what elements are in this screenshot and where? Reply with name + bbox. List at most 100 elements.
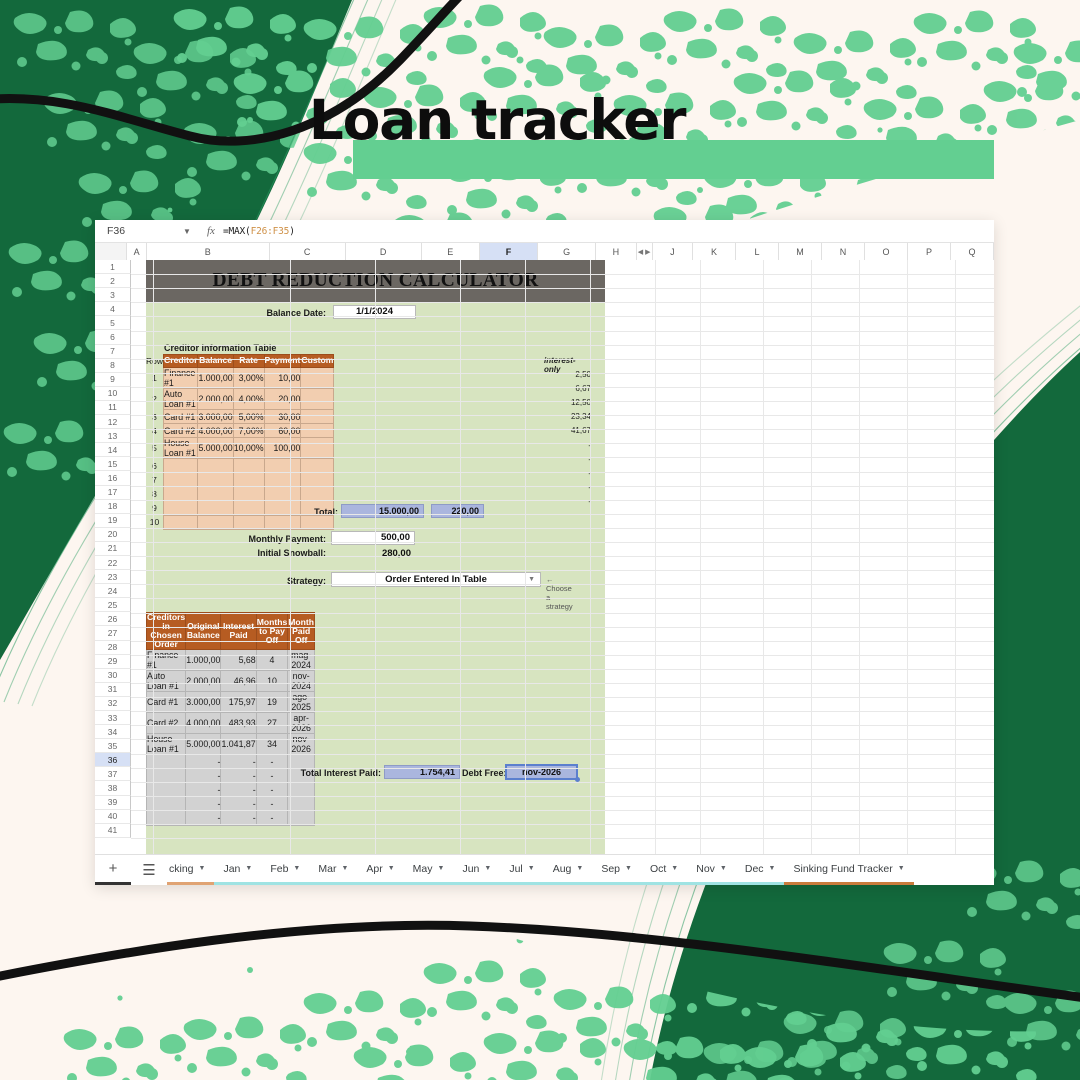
- creditor-name-cell[interactable]: Card #1: [163, 408, 199, 425]
- column-header-D[interactable]: D: [345, 243, 422, 260]
- creditor-balance-cell[interactable]: 5.000,00: [197, 437, 234, 460]
- payoff-original-balance-cell[interactable]: 5.000,00: [185, 733, 222, 756]
- creditor-name-cell[interactable]: Auto Loan #1: [163, 388, 199, 410]
- column-header-E[interactable]: E: [421, 243, 480, 260]
- row-header-1[interactable]: 1: [95, 260, 131, 275]
- payoff-months-cell[interactable]: -: [255, 796, 289, 812]
- name-box[interactable]: F36: [107, 225, 167, 237]
- chevron-down-icon[interactable]: ▼: [576, 865, 583, 872]
- sheet-tab-sinking-fund-tracker[interactable]: Sinking Fund Tracker ▼: [784, 855, 914, 885]
- sheet-tab-oct[interactable]: Oct ▼: [640, 855, 688, 885]
- row-header-37[interactable]: 37: [95, 767, 131, 782]
- payoff-interest-paid-cell[interactable]: -: [220, 782, 257, 798]
- column-header-M[interactable]: M: [779, 243, 823, 260]
- payoff-months-cell[interactable]: 10: [255, 670, 289, 693]
- payoff-interest-paid-cell[interactable]: 1.041,87: [220, 733, 257, 756]
- chevron-down-icon[interactable]: ▼: [341, 865, 348, 872]
- creditor-row[interactable]: 4 Card #24.000,007,00%60,00: [146, 423, 335, 439]
- row-header-27[interactable]: 27: [95, 626, 131, 641]
- row-header-22[interactable]: 22: [95, 555, 131, 571]
- creditor-balance-cell[interactable]: 1.000,00: [197, 367, 234, 389]
- creditor-balance-cell[interactable]: 3.000,00: [197, 408, 234, 425]
- row-header-8[interactable]: 8: [95, 358, 131, 373]
- row-header-7[interactable]: 7: [95, 344, 131, 359]
- payoff-month-paid-off-cell[interactable]: [287, 810, 316, 826]
- payoff-original-balance-cell[interactable]: 3.000,00: [185, 691, 222, 714]
- chevron-down-icon[interactable]: ▼: [898, 865, 905, 872]
- row-header-31[interactable]: 31: [95, 682, 131, 697]
- chevron-down-icon[interactable]: ▼: [720, 865, 727, 872]
- row-header-12[interactable]: 12: [95, 415, 131, 430]
- sheet-tab-feb[interactable]: Feb ▼: [261, 855, 310, 885]
- payoff-interest-paid-cell[interactable]: 5,68: [220, 649, 257, 672]
- sheet-tab-sep[interactable]: Sep ▼: [592, 855, 641, 885]
- chevron-down-icon[interactable]: ▼: [671, 865, 678, 872]
- chevron-down-icon[interactable]: ▼: [438, 865, 445, 872]
- creditor-payment-cell[interactable]: 10,00: [263, 367, 302, 389]
- row-header-18[interactable]: 18: [95, 499, 131, 514]
- name-box-chevron-down-icon[interactable]: ▼: [167, 227, 207, 236]
- column-header-C[interactable]: C: [269, 243, 346, 260]
- row-header-16[interactable]: 16: [95, 471, 131, 486]
- row-header-35[interactable]: 35: [95, 739, 131, 754]
- creditor-rate-cell[interactable]: 5,00%: [232, 408, 265, 425]
- payoff-original-balance-cell[interactable]: -: [185, 754, 222, 770]
- chevron-down-icon[interactable]: ▼: [484, 865, 491, 872]
- payoff-month-paid-off-cell[interactable]: [287, 754, 316, 770]
- chevron-down-icon[interactable]: ▼: [769, 865, 776, 872]
- row-header-14[interactable]: 14: [95, 443, 131, 458]
- add-sheet-button[interactable]: +: [95, 855, 131, 885]
- creditor-custom-cell[interactable]: [300, 388, 335, 410]
- row-header-20[interactable]: 20: [95, 527, 131, 542]
- creditor-custom-cell[interactable]: [300, 437, 335, 460]
- row-header-30[interactable]: 30: [95, 668, 131, 683]
- chevron-down-icon[interactable]: ▼: [388, 865, 395, 872]
- payoff-month-paid-off-cell[interactable]: nov-2026: [287, 733, 316, 756]
- row-header-40[interactable]: 40: [95, 809, 131, 824]
- row-header-24[interactable]: 24: [95, 584, 131, 599]
- creditor-row[interactable]: 3 Card #13.000,005,00%30,00: [146, 408, 335, 425]
- row-header-5[interactable]: 5: [95, 316, 131, 331]
- chevron-down-icon[interactable]: ▼: [293, 865, 300, 872]
- sheet-tab-cking[interactable]: cking ▼: [167, 855, 215, 885]
- row-header-33[interactable]: 33: [95, 711, 131, 726]
- creditor-custom-cell[interactable]: [300, 367, 335, 389]
- creditor-payment-cell[interactable]: 100,00: [263, 437, 302, 460]
- creditor-row[interactable]: 2 Auto Loan #12.000,004,00%20,00: [146, 388, 335, 410]
- payoff-months-cell[interactable]: -: [255, 782, 289, 798]
- column-header-B[interactable]: B: [147, 243, 270, 260]
- payoff-month-paid-off-cell[interactable]: [287, 796, 316, 812]
- row-header-9[interactable]: 9: [95, 372, 131, 387]
- creditor-row[interactable]: 5 House Loan #1 5.000,00 10,00% 100,00: [146, 437, 335, 460]
- payoff-interest-paid-cell[interactable]: 175,97: [220, 691, 257, 714]
- payoff-interest-paid-cell[interactable]: 483,93: [220, 712, 257, 735]
- chevron-down-icon[interactable]: ▼: [625, 865, 632, 872]
- row-header-29[interactable]: 29: [95, 654, 131, 669]
- payoff-months-cell[interactable]: 34: [255, 733, 289, 756]
- column-header-J[interactable]: J: [652, 243, 694, 260]
- chevron-down-icon[interactable]: ▼: [245, 865, 252, 872]
- column-header-H[interactable]: H: [596, 243, 637, 260]
- creditor-balance-cell[interactable]: 4.000,00: [197, 423, 234, 439]
- sheet-tab-aug[interactable]: Aug ▼: [543, 855, 593, 885]
- creditor-rate-cell[interactable]: 7,00%: [232, 423, 265, 439]
- row-header-3[interactable]: 3: [95, 288, 131, 303]
- column-header-A[interactable]: A: [127, 243, 148, 260]
- row-header-2[interactable]: 2: [95, 274, 131, 289]
- formula-input[interactable]: =MAX(F26:F35): [223, 226, 295, 237]
- row-header-25[interactable]: 25: [95, 598, 131, 613]
- sheet-tab-jan[interactable]: Jan ▼: [214, 855, 262, 885]
- row-header-34[interactable]: 34: [95, 725, 131, 740]
- payoff-months-cell[interactable]: -: [255, 810, 289, 826]
- creditor-balance-cell[interactable]: 2.000,00: [197, 388, 234, 410]
- chevron-down-icon[interactable]: ▼: [528, 576, 535, 583]
- sheet-tab-mar[interactable]: Mar ▼: [309, 855, 358, 885]
- chevron-down-icon[interactable]: ▼: [528, 865, 535, 872]
- creditor-payment-cell[interactable]: 60,00: [263, 423, 302, 439]
- payoff-original-balance-cell[interactable]: -: [185, 782, 222, 798]
- payoff-month-paid-off-cell[interactable]: ago-2025: [287, 691, 316, 714]
- creditor-name-cell[interactable]: Finance #1: [163, 367, 199, 389]
- row-header-11[interactable]: 11: [95, 400, 131, 416]
- payoff-original-balance-cell[interactable]: -: [185, 768, 222, 784]
- row-header-41[interactable]: 41: [95, 823, 131, 838]
